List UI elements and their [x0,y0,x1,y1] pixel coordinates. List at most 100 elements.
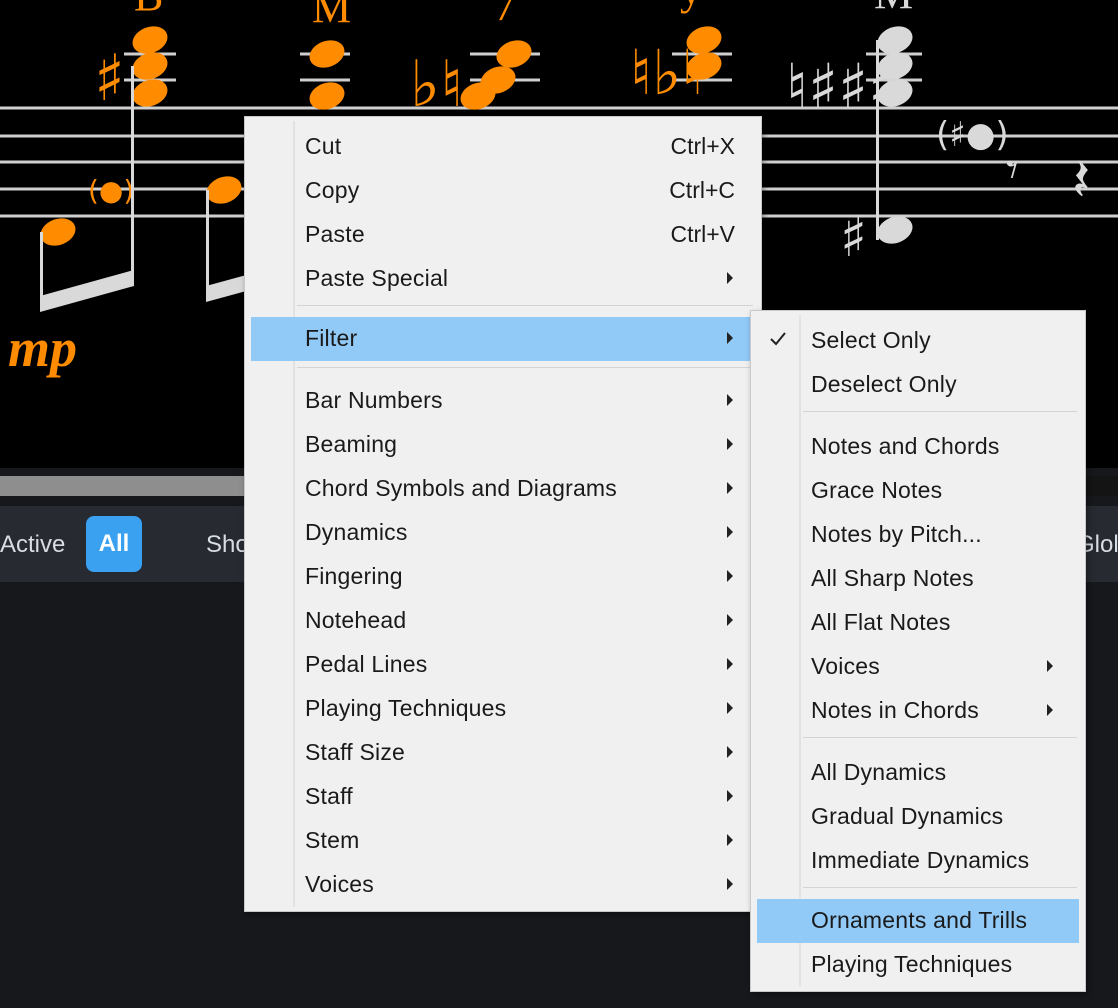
menu-item-gradual-dynamics[interactable]: Gradual Dynamics [757,795,1079,839]
menu-item-chord-symbols[interactable]: Chord Symbols and Diagrams [251,467,755,511]
submenu-arrow-icon [727,878,733,890]
menu-item-copy[interactable]: Copy Ctrl+C [251,169,755,213]
menu-item-label: Cut [305,133,342,159]
menu-item-paste-special[interactable]: Paste Special [251,257,755,301]
menu-item-label: All Dynamics [811,759,947,785]
menu-item-label: Pedal Lines [305,651,428,677]
menu-item-playing-techniques[interactable]: Playing Techniques [251,687,755,731]
svg-text:𝄾: 𝄾 [1006,142,1019,198]
menu-item-grace-notes[interactable]: Grace Notes [757,469,1079,513]
menu-item-notes-and-chords[interactable]: Notes and Chords [757,425,1079,469]
menu-item-dynamics[interactable]: Dynamics [251,511,755,555]
menu-item-label: Notehead [305,607,407,633]
menu-item-label: Staff Size [305,739,406,765]
chord-2[interactable] [306,36,349,115]
menu-item-label: Chord Symbols and Diagrams [305,475,617,501]
menu-item-label: Grace Notes [811,477,943,503]
all-button[interactable]: All [86,516,142,572]
filter-submenu: Select Only Deselect Only Notes and Chor… [750,310,1086,992]
submenu-arrow-icon [727,272,733,284]
submenu-arrow-icon [727,790,733,802]
menu-item-voices[interactable]: Voices [251,863,755,907]
svg-text:♯: ♯ [94,42,125,116]
chord-symbol: y [680,0,702,14]
menu-item-ornaments-and-trills[interactable]: Ornaments and Trills [757,899,1079,943]
submenu-arrow-icon [727,482,733,494]
menu-item-label: Notes in Chords [811,697,979,723]
menu-item-label: Deselect Only [811,371,957,397]
submenu-arrow-icon [1047,704,1053,716]
chord-symbol: M [312,0,351,32]
menu-item-label: Playing Techniques [305,695,507,721]
menu-item-label: Playing Techniques [811,951,1013,977]
menu-item-label: Gradual Dynamics [811,803,1004,829]
menu-item-label: Select Only [811,327,931,353]
submenu-arrow-icon [727,746,733,758]
menu-item-all-sharp-notes[interactable]: All Sharp Notes [757,557,1079,601]
menu-item-voices[interactable]: Voices [757,645,1079,689]
menu-item-notes-in-chords[interactable]: Notes in Chords [757,689,1079,733]
submenu-arrow-icon [727,394,733,406]
submenu-arrow-icon [727,834,733,846]
submenu-arrow-icon [727,658,733,670]
menu-item-label: Notes by Pitch... [811,521,982,547]
chord-5[interactable]: ♮♯♯♯ ♯ (♯●) 𝄾 𝄽 [786,22,1090,270]
submenu-arrow-icon [727,702,733,714]
scrollbar-thumb[interactable] [0,476,250,496]
svg-text:(●): (●) [88,174,134,207]
menu-item-staff[interactable]: Staff [251,775,755,819]
active-label: Active [0,531,66,558]
menu-item-label: Voices [811,653,880,679]
menu-item-cut[interactable]: Cut Ctrl+X [251,125,755,169]
menu-item-label: Immediate Dynamics [811,847,1030,873]
menu-item-pedal-lines[interactable]: Pedal Lines [251,643,755,687]
svg-text:(♯●): (♯●) [936,115,1009,155]
show-label: Sho [206,531,249,558]
menu-item-bar-numbers[interactable]: Bar Numbers [251,379,755,423]
lower-notes[interactable]: (●) [37,172,246,251]
menu-item-label: Filter [305,325,358,351]
submenu-arrow-icon [727,526,733,538]
menu-item-label: Bar Numbers [305,387,443,413]
menu-item-deselect-only[interactable]: Deselect Only [757,363,1079,407]
menu-item-label: Notes and Chords [811,433,1000,459]
menu-item-label: Fingering [305,563,403,589]
menu-item-label: Dynamics [305,519,408,545]
menu-item-all-flat-notes[interactable]: All Flat Notes [757,601,1079,645]
dynamic-mark: mp [8,318,77,378]
menu-item-label: Paste [305,221,365,247]
menu-item-beaming[interactable]: Beaming [251,423,755,467]
menu-item-all-dynamics[interactable]: All Dynamics [757,751,1079,795]
menu-item-label: All Flat Notes [811,609,951,635]
chord-symbol: 7 [494,0,516,30]
menu-item-stem[interactable]: Stem [251,819,755,863]
shortcut-label: Ctrl+C [669,177,735,203]
menu-item-notehead[interactable]: Notehead [251,599,755,643]
svg-text:♭♮: ♭♮ [410,48,463,122]
menu-item-fingering[interactable]: Fingering [251,555,755,599]
menu-item-staff-size[interactable]: Staff Size [251,731,755,775]
chord-4[interactable]: ♮♭♮ [630,22,725,109]
menu-item-label: Copy [305,177,360,203]
submenu-arrow-icon [727,332,733,344]
context-menu: Cut Ctrl+X Copy Ctrl+C Paste Ctrl+V Past… [244,116,762,912]
menu-item-label: Staff [305,783,353,809]
submenu-arrow-icon [1047,660,1053,672]
submenu-arrow-icon [727,570,733,582]
shortcut-label: Ctrl+X [670,133,735,159]
menu-item-filter[interactable]: Filter [251,317,755,361]
menu-item-playing-techniques[interactable]: Playing Techniques [757,943,1079,987]
chord-symbol: M [874,0,913,18]
menu-item-label: All Sharp Notes [811,565,974,591]
svg-text:𝄽: 𝄽 [1072,145,1090,215]
submenu-arrow-icon [727,438,733,450]
menu-item-immediate-dynamics[interactable]: Immediate Dynamics [757,839,1079,883]
menu-item-select-only[interactable]: Select Only [757,319,1079,363]
menu-item-notes-by-pitch[interactable]: Notes by Pitch... [757,513,1079,557]
menu-item-label: Ornaments and Trills [811,907,1028,933]
menu-item-label: Stem [305,827,360,853]
submenu-arrow-icon [727,614,733,626]
check-icon [770,332,786,346]
menu-item-paste[interactable]: Paste Ctrl+V [251,213,755,257]
menu-item-label: Paste Special [305,265,449,291]
